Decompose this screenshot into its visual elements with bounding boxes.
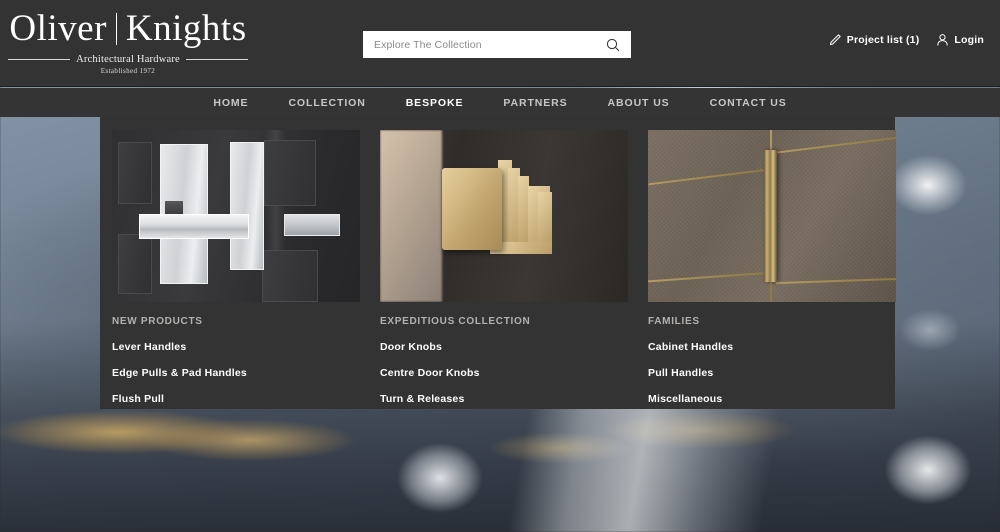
- search-input[interactable]: [374, 38, 603, 51]
- menu-link-door-knobs[interactable]: Door Knobs: [380, 341, 628, 353]
- mega-menu-column-new-products: NEW PRODUCTS Lever Handles Edge Pulls & …: [112, 130, 360, 405]
- header-actions: Project list (1) Login: [829, 33, 984, 46]
- logo-name-left: Oliver: [9, 8, 107, 49]
- logo-established: Established 1972: [100, 66, 156, 75]
- menu-link-pull-handles[interactable]: Pull Handles: [648, 367, 896, 379]
- search-bar[interactable]: [363, 31, 631, 58]
- page-root: Oliver Knights Architectural Hardware Est…: [0, 0, 1000, 532]
- expeditious-collection-thumbnail[interactable]: [380, 130, 628, 302]
- nav-item-collection[interactable]: COLLECTION: [268, 97, 385, 109]
- logo-rule-right: [185, 58, 248, 60]
- nav-item-home[interactable]: HOME: [193, 97, 268, 109]
- menu-link-cabinet-handles[interactable]: Cabinet Handles: [648, 341, 896, 353]
- site-logo[interactable]: Oliver Knights Architectural Hardware Est…: [8, 8, 248, 75]
- nav-item-about-us[interactable]: ABOUT US: [588, 97, 690, 109]
- login-label: Login: [954, 33, 984, 46]
- column-heading-new-products: NEW PRODUCTS: [112, 316, 203, 327]
- menu-link-turn-releases[interactable]: Turn & Releases: [380, 393, 628, 405]
- menu-link-centre-door-knobs[interactable]: Centre Door Knobs: [380, 367, 628, 379]
- logo-name-right: Knights: [125, 8, 247, 49]
- nav-item-bespoke[interactable]: BESPOKE: [386, 97, 484, 109]
- project-list-label: Project list (1): [846, 33, 920, 46]
- pencil-icon: [829, 34, 841, 46]
- nav-item-contact-us[interactable]: CONTACT US: [690, 97, 807, 109]
- logo-wordmark: Oliver Knights: [8, 8, 248, 51]
- search-icon: [606, 38, 620, 51]
- site-header: Oliver Knights Architectural Hardware Est…: [0, 0, 1000, 87]
- logo-rule-left: [8, 58, 71, 60]
- logo-tagline-row: Architectural Hardware: [8, 54, 248, 65]
- main-navigation: HOME COLLECTION BESPOKE PARTNERS ABOUT U…: [0, 88, 1000, 117]
- project-list-button[interactable]: Project list (1): [829, 33, 920, 46]
- search-button[interactable]: [603, 35, 623, 55]
- user-icon: [937, 34, 949, 46]
- menu-link-edge-pulls-pad-handles[interactable]: Edge Pulls & Pad Handles: [112, 367, 360, 379]
- mega-menu-dropdown: NEW PRODUCTS Lever Handles Edge Pulls & …: [100, 114, 896, 409]
- login-button[interactable]: Login: [936, 33, 984, 46]
- mega-menu-column-families: FAMILIES Cabinet Handles Pull Handles Mi…: [648, 130, 896, 405]
- logo-tagline: Architectural Hardware: [76, 53, 180, 65]
- menu-link-miscellaneous[interactable]: Miscellaneous: [648, 393, 896, 405]
- menu-link-flush-pull[interactable]: Flush Pull: [112, 393, 360, 405]
- mega-menu-columns: NEW PRODUCTS Lever Handles Edge Pulls & …: [112, 130, 896, 405]
- column-heading-expeditious-collection: EXPEDITIOUS COLLECTION: [380, 316, 531, 327]
- mega-menu-column-expeditious-collection: EXPEDITIOUS COLLECTION Door Knobs Centre…: [380, 130, 628, 405]
- column-heading-families: FAMILIES: [648, 316, 700, 327]
- menu-link-lever-handles[interactable]: Lever Handles: [112, 341, 360, 353]
- nav-item-partners[interactable]: PARTNERS: [483, 97, 587, 109]
- logo-divider-bar: [115, 13, 117, 45]
- new-products-thumbnail[interactable]: [112, 130, 360, 302]
- families-thumbnail[interactable]: [648, 130, 896, 302]
